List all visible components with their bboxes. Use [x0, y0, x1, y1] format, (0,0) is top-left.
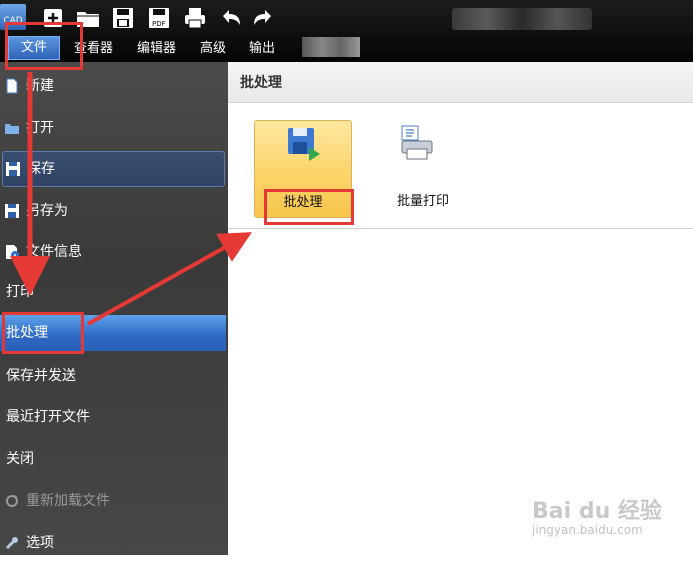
sidebar-item-label: 另存为 — [26, 203, 68, 219]
save-pdf-icon[interactable]: PDF — [146, 5, 172, 31]
tab-advanced[interactable]: 高级 — [196, 38, 230, 60]
annotation-box-batch-item — [2, 312, 84, 354]
file-info-icon — [4, 244, 20, 260]
sidebar-item-options[interactable]: 选项 — [0, 525, 226, 561]
tab-output[interactable]: 输出 — [245, 38, 279, 60]
sidebar-item-label: 保存并发送 — [6, 368, 76, 384]
blurred-title-area — [452, 8, 592, 30]
sidebar-item-reload: 重新加载文件 — [0, 483, 226, 519]
options-icon — [4, 535, 20, 551]
save-icon — [5, 161, 21, 177]
divider — [228, 228, 693, 229]
annotation-box-file-tab — [5, 22, 83, 70]
sidebar-item-label: 关闭 — [6, 451, 34, 467]
sidebar-item-label: 新建 — [26, 78, 54, 94]
save-icon[interactable] — [110, 5, 136, 31]
print-icon[interactable] — [182, 5, 208, 31]
top-toolbar: CAD PDF 文件 查看器 编辑器 高级 输出 — [0, 0, 693, 62]
reload-icon — [4, 493, 20, 509]
sidebar-item-close[interactable]: 关闭 — [0, 441, 226, 477]
batch-print-icon — [398, 124, 436, 162]
sidebar-item-save[interactable]: 保存 — [2, 151, 225, 187]
batch-process-icon — [285, 125, 323, 163]
blurred-tab — [302, 37, 360, 57]
file-menu-sidebar: 新建 打开 保存 另存为 文件信息 打印 批处理 保存并发送 最近打开文件 关闭… — [0, 62, 228, 555]
batch-panel: 批处理 批处理 批量打印 — [228, 62, 693, 555]
undo-icon[interactable] — [218, 5, 244, 31]
panel-header: 批处理 — [228, 62, 693, 103]
sidebar-item-label: 保存 — [27, 161, 55, 177]
sidebar-item-label: 打印 — [6, 284, 34, 300]
sidebar-item-label: 文件信息 — [26, 244, 82, 260]
sidebar-item-open[interactable]: 打开 — [0, 110, 226, 146]
redo-icon[interactable] — [250, 5, 276, 31]
svg-text:PDF: PDF — [152, 20, 166, 28]
sidebar-item-label: 选项 — [26, 535, 54, 551]
watermark-title: Bai du 经验 — [532, 499, 662, 524]
page-title: 批处理 — [240, 75, 282, 91]
annotation-box-batch-button — [264, 189, 354, 225]
sidebar-item-label: 重新加载文件 — [26, 493, 110, 509]
sidebar-item-save-and-send[interactable]: 保存并发送 — [0, 358, 226, 394]
batch-print-button[interactable]: 批量打印 — [368, 120, 478, 216]
sidebar-item-label: 最近打开文件 — [6, 409, 90, 425]
sidebar-item-recent-files[interactable]: 最近打开文件 — [0, 399, 226, 435]
tab-editor[interactable]: 编辑器 — [133, 38, 180, 60]
sidebar-item-file-info[interactable]: 文件信息 — [0, 234, 226, 270]
new-document-icon — [4, 78, 20, 94]
batch-print-label: 批量打印 — [396, 194, 449, 209]
watermark: Bai du 经验 jingyan.baidu.com — [532, 493, 682, 543]
watermark-subtitle: jingyan.baidu.com — [532, 523, 643, 537]
save-as-icon — [4, 203, 20, 219]
sidebar-item-new[interactable]: 新建 — [0, 68, 226, 104]
sidebar-item-label: 打开 — [26, 120, 54, 136]
open-folder-icon — [4, 120, 20, 136]
sidebar-item-print[interactable]: 打印 — [0, 274, 226, 310]
sidebar-item-save-as[interactable]: 另存为 — [0, 193, 226, 229]
